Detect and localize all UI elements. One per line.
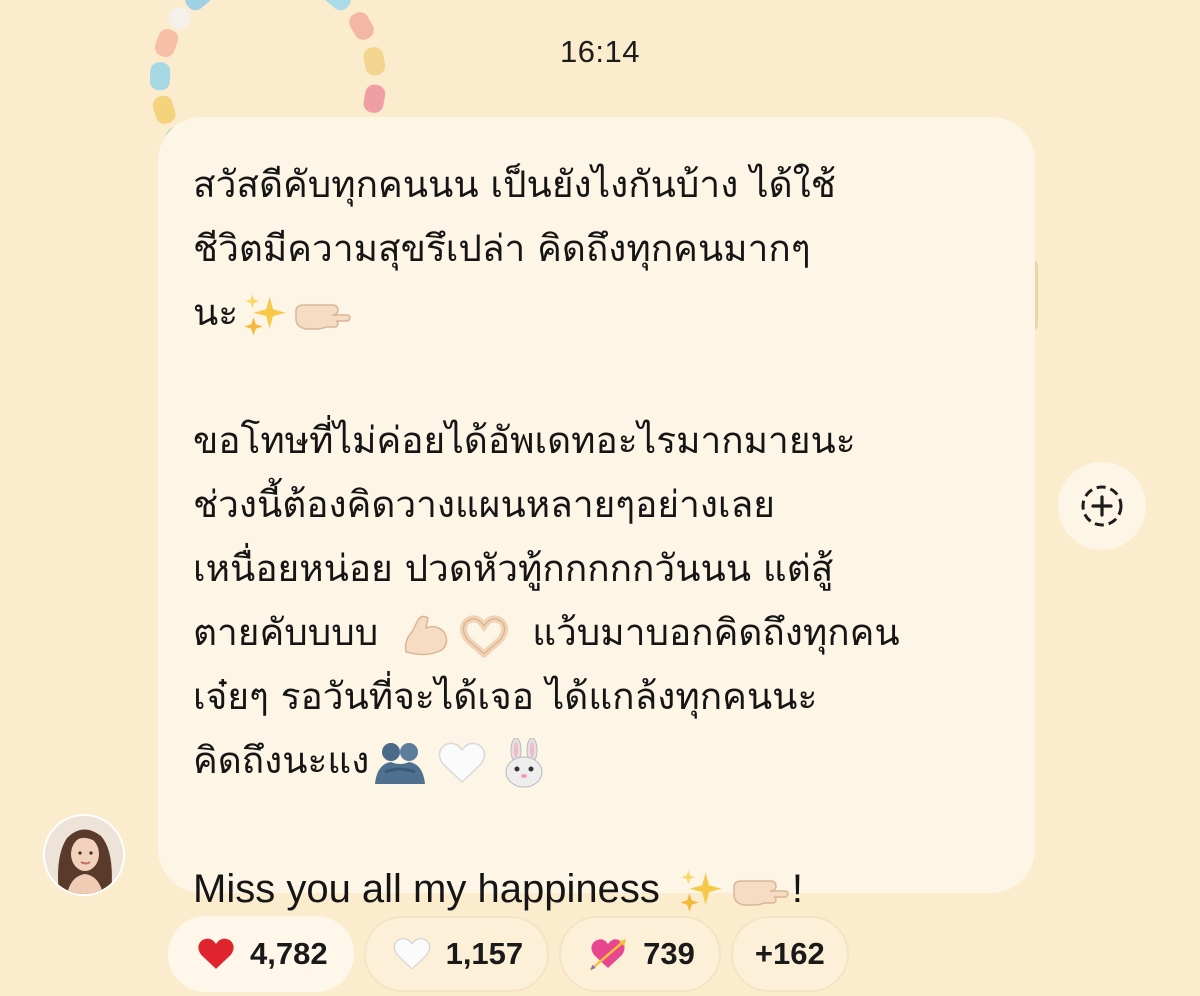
add-reaction-icon [1081, 485, 1123, 527]
pointing-hand-icon [730, 871, 792, 911]
message-line: ขอโทษที่ไม่ค่อยได้อัพเดทอะไรมากมายนะ [193, 419, 856, 462]
avatar-image [45, 816, 123, 894]
message-line: ช่วงนี้ต้องคิดวางแผนหลายๆอย่างเลย [193, 483, 775, 526]
message-line: ตายคับบบบ แว้บมาบอกคิดถึงทุกคน [193, 601, 1005, 665]
more-reactions-count: +162 [754, 936, 825, 971]
message-line: นะ [193, 281, 1005, 345]
reaction-white-heart[interactable]: 1,157 [363, 916, 550, 992]
add-reaction-button[interactable] [1058, 462, 1146, 550]
more-reactions-button[interactable]: +162 [730, 916, 849, 992]
heart-arrow-icon [587, 935, 629, 973]
reaction-heart-arrow[interactable]: 739 [559, 916, 721, 992]
message-timestamp: 16:14 [559, 34, 641, 69]
flexed-biceps-icon [400, 612, 452, 658]
reaction-bar: 4,782 1,157 739 +162 [168, 916, 849, 992]
sender-avatar[interactable] [45, 816, 123, 894]
message-line: ชีวิตมีความสุขรึเปล่า คิดถึงทุกคนมากๆ [193, 227, 811, 270]
white-heart-icon [437, 740, 487, 786]
reaction-count: 739 [643, 936, 695, 971]
message-line: เจ๋ยๆ รอวันที่จะได้เจอ ได้แกล้งทุกคนนะ [193, 675, 818, 718]
reaction-red-heart[interactable]: 4,782 [168, 916, 354, 992]
reaction-count: 4,782 [250, 936, 328, 971]
red-heart-icon [196, 936, 236, 972]
message-text: แว้บมาบอกคิดถึงทุกคน [532, 611, 900, 654]
reaction-count: 1,157 [445, 936, 524, 971]
people-hugging-icon [371, 740, 429, 786]
message-text: ! [791, 867, 803, 911]
rabbit-face-icon [501, 737, 547, 788]
message-line: เหนื่อยหน่อย ปวดหัวทู้กกกกกวันนน แต่สู้ [193, 547, 834, 590]
message-line: Miss you all my happiness! [193, 857, 1005, 921]
white-heart-icon [392, 936, 432, 972]
sparkles-icon [676, 868, 726, 914]
message-line: สวัสดีคับทุกคนนน เป็นยังไงกันบ้าง ได้ใช้ [193, 163, 836, 206]
heart-hands-icon [458, 612, 510, 658]
pointing-hand-icon [292, 295, 354, 335]
message-line: คิดถึงนะแง [193, 729, 1005, 793]
sparkles-icon [242, 292, 288, 338]
message-bubble[interactable]: สวัสดีคับทุกคนนน เป็นยังไงกันบ้าง ได้ใช้… [158, 117, 1035, 913]
